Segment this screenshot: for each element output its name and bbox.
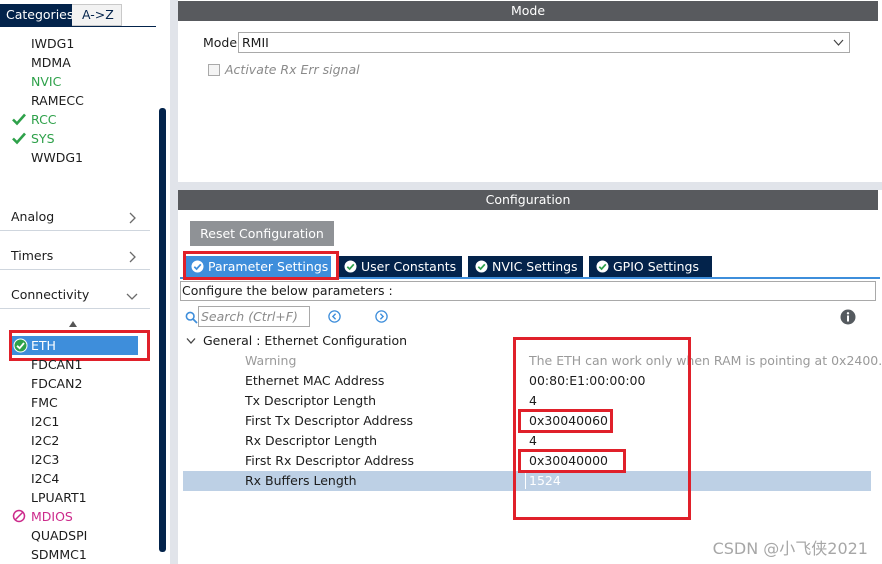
tab-gpio-settings-label: GPIO Settings — [613, 259, 699, 274]
tree-item-fdcan2[interactable]: FDCAN2 — [31, 374, 82, 393]
section-divider — [178, 182, 882, 190]
chevron-right-icon — [129, 251, 136, 263]
mode-section-header: Mode — [178, 1, 878, 21]
tab-user-constants[interactable]: User Constants — [337, 256, 462, 277]
highlight-box-tx-address — [518, 409, 613, 433]
tree-item-i2c1[interactable]: I2C1 — [31, 412, 59, 431]
tab-nvic-settings-label: NVIC Settings — [492, 259, 578, 274]
peripheral-tree-panel: Categories A->Z IWDG1 MDMA NVIC RAMECC R… — [0, 0, 172, 564]
tree-item-sys[interactable]: SYS — [31, 129, 55, 148]
tree-item-ramecc[interactable]: RAMECC — [31, 91, 84, 110]
group-analog-label: Analog — [11, 209, 55, 224]
param-name: First Rx Descriptor Address — [245, 453, 415, 468]
tree-item-iwdg1[interactable]: IWDG1 — [31, 34, 74, 53]
check-icon — [596, 260, 609, 273]
triangle-up-icon[interactable] — [69, 321, 77, 327]
tree-item-mdma[interactable]: MDMA — [31, 53, 71, 72]
check-icon — [12, 132, 26, 145]
info-icon[interactable] — [840, 309, 856, 325]
disabled-circle-icon — [12, 509, 26, 523]
tab-user-constants-label: User Constants — [361, 259, 457, 274]
chevron-right-icon — [129, 212, 136, 224]
group-timers-label: Timers — [11, 248, 54, 263]
mode-select-value: RMII — [242, 35, 269, 50]
tree-item-wwdg1[interactable]: WWDG1 — [31, 148, 83, 167]
chevron-down-icon — [126, 293, 138, 300]
check-icon — [344, 260, 357, 273]
tree-item-nvic[interactable]: NVIC — [31, 72, 61, 91]
configuration-section-header: Configuration — [178, 190, 878, 210]
tree-scrollbar-thumb[interactable] — [159, 108, 166, 552]
search-input[interactable]: Search (Ctrl+F) — [198, 306, 310, 327]
parameters-description: Configure the below parameters : — [180, 281, 876, 301]
tree-item-mdios[interactable]: MDIOS — [31, 507, 73, 526]
param-name: Warning — [245, 353, 297, 368]
tree-item-quadspi[interactable]: QUADSPI — [31, 526, 87, 545]
highlight-box-rx-address — [518, 449, 626, 473]
mode-label: Mode — [203, 35, 238, 50]
parameter-group-title: General : Ethernet Configuration — [203, 333, 408, 348]
reset-configuration-button[interactable]: Reset Configuration — [190, 221, 334, 246]
group-analog[interactable]: Analog — [0, 205, 150, 231]
tree-item-sdmmc1[interactable]: SDMMC1 — [31, 545, 87, 564]
tree-item-fdcan1[interactable]: FDCAN1 — [31, 355, 82, 374]
parameter-group-header[interactable]: General : Ethernet Configuration — [186, 333, 407, 348]
param-name: Tx Descriptor Length — [245, 393, 377, 408]
tree-item-rcc[interactable]: RCC — [31, 110, 57, 129]
check-icon — [475, 260, 488, 273]
rx-err-label: Activate Rx Err signal — [225, 62, 360, 77]
param-name: Ethernet MAC Address — [245, 373, 385, 388]
group-connectivity[interactable]: Connectivity — [0, 283, 150, 309]
mode-select[interactable]: RMII — [238, 32, 850, 53]
tree-item-i2c2[interactable]: I2C2 — [31, 431, 59, 450]
tab-categories[interactable]: Categories — [0, 4, 73, 26]
chevron-down-icon — [186, 338, 196, 344]
arrow-right-circle-icon[interactable] — [375, 310, 388, 323]
rx-err-checkbox[interactable] — [208, 64, 220, 76]
param-name: First Tx Descriptor Address — [245, 413, 413, 428]
group-connectivity-label: Connectivity — [11, 287, 90, 302]
check-icon — [12, 113, 26, 126]
tab-gpio-settings[interactable]: GPIO Settings — [589, 256, 712, 277]
tree-item-i2c3[interactable]: I2C3 — [31, 450, 59, 469]
tabs-underline — [0, 26, 156, 27]
tree-item-fmc[interactable]: FMC — [31, 393, 58, 412]
configuration-panel: Mode Mode RMII Activate Rx Err signal Co… — [178, 0, 882, 564]
tab-nvic-settings[interactable]: NVIC Settings — [468, 256, 583, 277]
param-name: Rx Descriptor Length — [245, 433, 378, 448]
group-timers[interactable]: Timers — [0, 244, 150, 270]
tree-item-lpuart1[interactable]: LPUART1 — [31, 488, 87, 507]
watermark-text: CSDN @小飞侠2021 — [712, 539, 868, 558]
arrow-left-circle-icon[interactable] — [328, 310, 341, 323]
tab-a-to-z[interactable]: A->Z — [72, 4, 122, 26]
search-icon — [185, 311, 198, 324]
dropdown-arrow-icon — [833, 39, 844, 46]
panel-splitter[interactable] — [170, 0, 178, 564]
param-name: Rx Buffers Length — [245, 473, 357, 488]
tree-item-i2c4[interactable]: I2C4 — [31, 469, 59, 488]
highlight-box-parameter-tab — [183, 251, 339, 280]
category-tabs: Categories A->Z — [0, 4, 172, 26]
